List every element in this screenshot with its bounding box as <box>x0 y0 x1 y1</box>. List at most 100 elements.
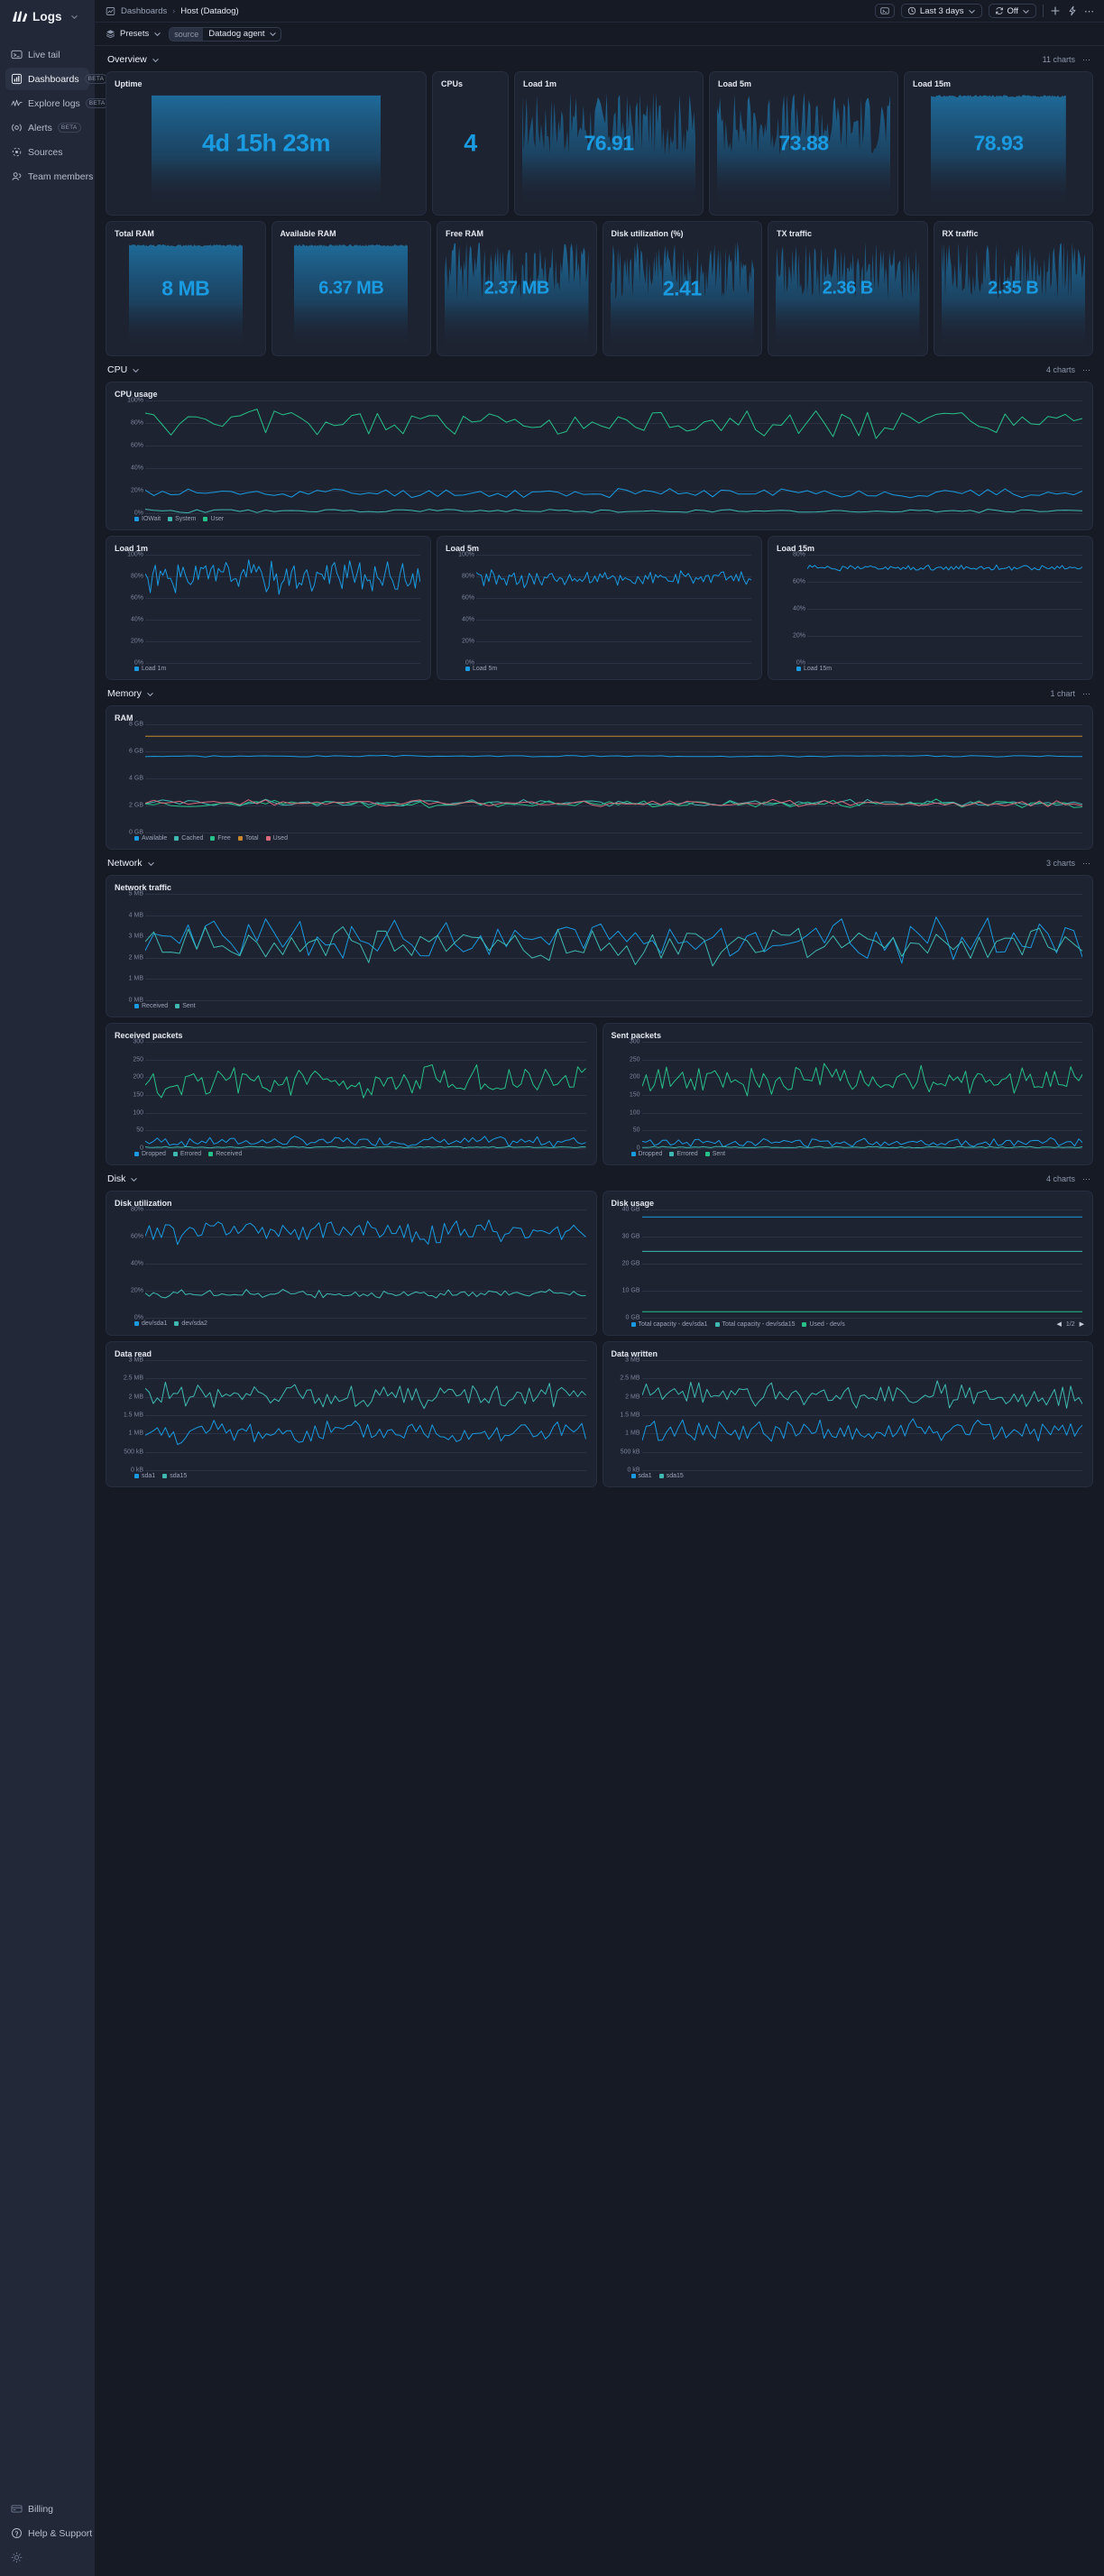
metric-card-available-ram[interactable]: Available RAM 6.37 MB <box>271 221 431 356</box>
legend-prev-button[interactable]: ◀ <box>1056 1320 1061 1328</box>
legend-item[interactable]: Errored <box>172 1151 201 1157</box>
sidebar-item-billing[interactable]: Billing <box>5 2498 89 2520</box>
chart-legend: dev/sda1 dev/sda2 <box>115 1320 588 1327</box>
chevron-down-icon[interactable] <box>70 13 78 21</box>
chart-card-ram[interactable]: RAM 8 GB 6 GB 4 GB 2 GB 0 GB Available Cached Fr… <box>106 705 1093 850</box>
metric-card-rx-traffic[interactable]: RX traffic 2.35 B <box>933 221 1093 356</box>
metric-card-free-ram[interactable]: Free RAM 2.37 MB <box>437 221 597 356</box>
ellipsis-icon[interactable]: ⋯ <box>1082 55 1091 65</box>
sidebar-item-sources[interactable]: Sources <box>5 141 89 163</box>
legend-item[interactable]: Load 15m <box>796 666 832 672</box>
legend-item[interactable]: Dropped <box>630 1151 662 1157</box>
legend-item[interactable]: Errored <box>669 1151 698 1157</box>
legend-item[interactable]: Free <box>210 835 231 842</box>
sidebar-item-help-support[interactable]: Help & Support <box>5 2522 93 2544</box>
legend-item[interactable]: dev/sda1 <box>134 1320 167 1327</box>
sidebar-item-team-members[interactable]: Team members <box>5 165 93 188</box>
chart-card-load-15m[interactable]: Load 15m 80% 60% 40% 20% 0% Load 15m <box>768 536 1093 680</box>
time-range-selector[interactable]: Last 3 days <box>900 4 982 18</box>
legend-item[interactable]: Total <box>237 835 259 842</box>
y-axis-labels: 100% 80% 60% 40% 20% 0% <box>115 552 145 667</box>
chart-card-load-1m[interactable]: Load 1m 100% 80% 60% 40% 20% 0% Load 1m <box>106 536 431 680</box>
metric-card-disk-utilization[interactable]: Disk utilization (%) 2.41 <box>602 221 762 356</box>
metric-card-tx-traffic[interactable]: TX traffic 2.36 B <box>768 221 928 356</box>
legend-item[interactable]: Total capacity - dev/sda15 <box>714 1321 795 1328</box>
legend-item[interactable]: Total capacity - dev/sda1 <box>630 1321 708 1328</box>
chart-card-load-5m[interactable]: Load 5m 100% 80% 60% 40% 20% 0% Load 5m <box>437 536 762 680</box>
legend-item[interactable]: Received <box>208 1151 242 1157</box>
ellipsis-icon[interactable]: ⋯ <box>1082 365 1091 375</box>
legend-swatch <box>134 1321 139 1326</box>
metric-card-uptime[interactable]: Uptime 4d 15h 23m <box>106 71 427 216</box>
section-meta-overview: 11 charts ⋯ <box>1043 55 1091 65</box>
sidebar-item-explore-logs[interactable]: Explore logs BETA <box>5 92 109 115</box>
metric-card-value: 4 <box>464 129 477 157</box>
legend-item[interactable]: Received <box>134 1003 168 1009</box>
ellipsis-icon[interactable]: ⋯ <box>1082 859 1091 869</box>
chart-card-network-traffic[interactable]: Network traffic 5 MB 4 MB 3 MB 2 MB 1 MB 0 MB R… <box>106 875 1093 1017</box>
terminal-button[interactable] <box>874 4 895 18</box>
chart-card-data-written[interactable]: Data written 3 MB 2.5 MB 2 MB 1.5 MB 1 MB 500 … <box>602 1341 1093 1487</box>
sidebar-item-alerts[interactable]: Alerts BETA <box>5 116 89 139</box>
lightning-icon[interactable] <box>1067 5 1078 16</box>
chart-card-received-packets[interactable]: Received packets 300 250 200 150 100 50 0 Droppe… <box>106 1023 597 1165</box>
sidebar-item-label: Help & Support <box>28 2527 93 2539</box>
legend-item[interactable]: Dropped <box>134 1151 166 1157</box>
chart-card-data-read[interactable]: Data read 3 MB 2.5 MB 2 MB 1.5 MB 1 MB 500 kB 0… <box>106 1341 597 1487</box>
section-title-overview[interactable]: Overview <box>107 54 160 65</box>
metric-card-load-5m[interactable]: Load 5m 73.88 <box>709 71 898 216</box>
sidebar-item-label: Billing <box>28 2503 54 2515</box>
chart-card-disk-utilization[interactable]: Disk utilization 80% 60% 40% 20% 0% dev/sda1 de… <box>106 1191 597 1336</box>
brand[interactable]: Logs <box>0 0 95 32</box>
legend-item[interactable]: Sent <box>704 1151 725 1157</box>
sidebar-nav: Live tail Dashboards BETA Explore logs B… <box>0 43 109 188</box>
legend-item[interactable]: sda15 <box>658 1473 684 1479</box>
y-tick-label: 2 MB <box>625 1394 640 1401</box>
legend-label: sda1 <box>142 1473 156 1479</box>
ellipsis-icon[interactable]: ⋯ <box>1082 689 1091 699</box>
metric-card-load-1m[interactable]: Load 1m 76.91 <box>514 71 704 216</box>
source-filter[interactable]: source Datadog agent <box>169 26 281 41</box>
sidebar-item-dashboards[interactable]: Dashboards BETA <box>5 68 108 90</box>
sidebar-item-live-tail[interactable]: Live tail <box>5 43 89 66</box>
metric-card-load-15m[interactable]: Load 15m 78.93 <box>904 71 1093 216</box>
legend-item[interactable]: dev/sda2 <box>174 1320 207 1327</box>
ellipsis-icon[interactable]: ⋯ <box>1084 5 1095 17</box>
ellipsis-icon[interactable]: ⋯ <box>1082 1174 1091 1184</box>
legend-item[interactable]: Used <box>265 835 288 842</box>
chart-series-svg <box>145 894 1082 1000</box>
section-title-disk[interactable]: Disk <box>107 1173 138 1184</box>
legend-item[interactable]: sda1 <box>630 1473 652 1479</box>
legend-item[interactable]: Load 1m <box>134 666 166 672</box>
legend-item[interactable]: System <box>168 516 196 522</box>
legend-next-button[interactable]: ▶ <box>1080 1320 1084 1328</box>
sun-icon[interactable] <box>5 2546 89 2569</box>
chart-card-disk-usage[interactable]: Disk usage 40 GB 30 GB 20 GB 10 GB 0 GB Total … <box>602 1191 1093 1336</box>
presets-button[interactable]: Presets <box>106 29 161 39</box>
chart-title: Load 1m <box>115 544 149 553</box>
y-tick-label: 250 <box>629 1056 640 1063</box>
legend-item[interactable]: Available <box>134 835 167 842</box>
legend-item[interactable]: Cached <box>174 835 203 842</box>
chart-card-cpu-usage[interactable]: CPU usage 100% 80% 60% 40% 20% 0% IOWait System U… <box>106 382 1093 530</box>
legend-item[interactable]: IOWait <box>134 516 161 522</box>
legend-item[interactable]: sda15 <box>162 1473 187 1479</box>
legend-item[interactable]: sda1 <box>134 1473 155 1479</box>
legend-item[interactable]: User <box>203 516 224 522</box>
metric-card-total-ram[interactable]: Total RAM 8 MB <box>106 221 266 356</box>
section-title-cpu[interactable]: CPU <box>107 364 140 375</box>
y-axis-labels: 3 MB 2.5 MB 2 MB 1.5 MB 1 MB 500 kB 0 kB <box>115 1357 145 1474</box>
chevron-down-icon <box>269 30 277 38</box>
breadcrumb-root[interactable]: Dashboards <box>121 6 167 16</box>
section-title-label: CPU <box>107 364 128 375</box>
source-filter-key: source <box>170 27 204 41</box>
legend-item[interactable]: Used - dev/s <box>802 1321 845 1328</box>
metric-card-cpus[interactable]: CPUs 4 <box>432 71 509 216</box>
section-title-network[interactable]: Network <box>107 858 155 869</box>
legend-item[interactable]: Load 5m <box>465 666 497 672</box>
plus-icon[interactable] <box>1050 5 1061 16</box>
auto-refresh-selector[interactable]: Off <box>988 4 1036 18</box>
chart-card-sent-packets[interactable]: Sent packets 300 250 200 150 100 50 0 Dropped Err… <box>602 1023 1093 1165</box>
section-title-memory[interactable]: Memory <box>107 688 154 699</box>
legend-item[interactable]: Sent <box>175 1003 196 1009</box>
